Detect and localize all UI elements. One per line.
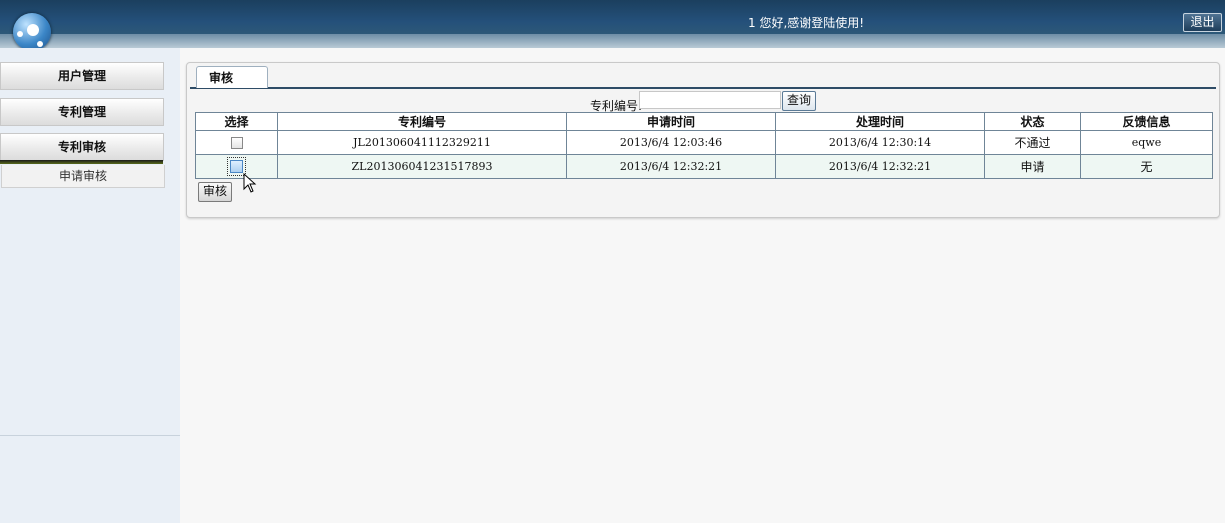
status-cell: 不通过 (984, 130, 1081, 155)
mouse-cursor-icon (243, 173, 257, 193)
table-row: ZL201306041231517893 2013/6/4 12:32:21 2… (195, 154, 1213, 179)
feedback-cell: 无 (1080, 154, 1213, 179)
sidebar-item-patent-review[interactable]: 专利审核 (0, 133, 164, 161)
column-header-process-time: 处理时间 (775, 112, 985, 131)
process-time-cell: 2013/6/4 12:30:14 (775, 130, 985, 155)
patent-number-input[interactable] (639, 91, 781, 109)
row-checkbox[interactable] (230, 137, 243, 149)
select-cell (195, 130, 278, 155)
welcome-text: 1 您好,感谢登陆使用! (748, 16, 865, 30)
audit-button[interactable]: 审核 (198, 182, 232, 202)
sidebar-divider (0, 435, 180, 436)
row-checkbox[interactable] (227, 157, 246, 177)
apply-time-cell: 2013/6/4 12:32:21 (566, 154, 776, 179)
status-cell: 申请 (984, 154, 1081, 179)
select-cell (195, 154, 278, 179)
patent-id-cell: ZL201306041231517893 (277, 154, 567, 179)
process-time-cell: 2013/6/4 12:32:21 (775, 154, 985, 179)
table-header-row: 选择 专利编号 申请时间 处理时间 状态 反馈信息 (195, 112, 1213, 131)
column-header-feedback: 反馈信息 (1080, 112, 1213, 131)
table-row: JL201306041112329211 2013/6/4 12:03:46 2… (195, 130, 1213, 155)
column-header-apply-time: 申请时间 (566, 112, 776, 131)
logo-icon (13, 13, 51, 51)
sidebar-subitem-application-review[interactable]: 申请审核 (1, 165, 165, 188)
active-menu-indicator (0, 160, 163, 164)
column-header-status: 状态 (984, 112, 1081, 131)
column-header-select: 选择 (195, 112, 278, 131)
feedback-cell: eqwe (1080, 130, 1213, 155)
tab-review[interactable]: 审核 (196, 66, 268, 88)
patent-id-cell: JL201306041112329211 (277, 130, 567, 155)
sidebar-item-patent-management[interactable]: 专利管理 (0, 98, 164, 126)
header-band (0, 34, 1225, 48)
patent-review-table: 选择 专利编号 申请时间 处理时间 状态 反馈信息 JL201306041112… (195, 112, 1213, 179)
tab-underline (190, 87, 1216, 89)
column-header-patent-id: 专利编号 (277, 112, 567, 131)
apply-time-cell: 2013/6/4 12:03:46 (566, 130, 776, 155)
sidebar-item-user-management[interactable]: 用户管理 (0, 62, 164, 90)
top-header: 1 您好,感谢登陆使用! 退出 (0, 0, 1225, 51)
query-button[interactable]: 查询 (782, 91, 816, 111)
logout-button[interactable]: 退出 (1183, 13, 1222, 32)
